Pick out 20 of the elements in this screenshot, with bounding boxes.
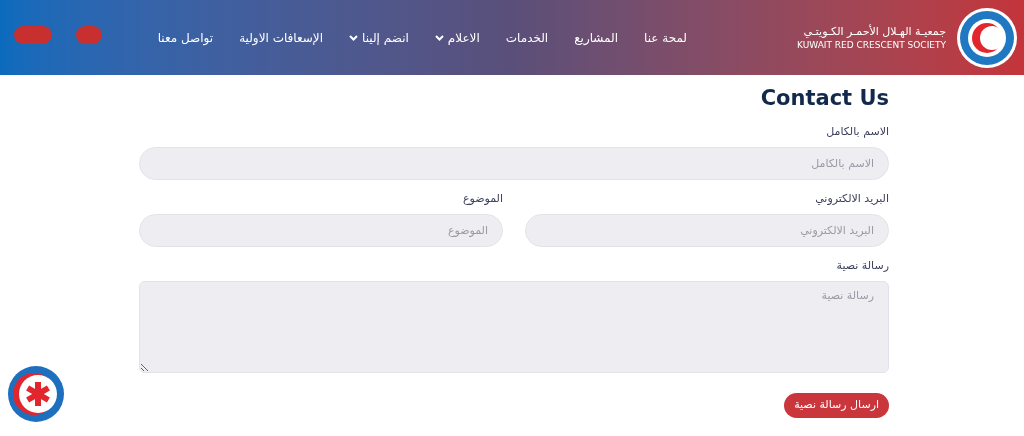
field-label: رسالة نصية: [835, 259, 889, 273]
nav-link[interactable]: المشاريع: [574, 28, 618, 47]
field-label: البريد الالكتروني: [814, 192, 889, 206]
nav-link[interactable]: الإسعافات الاولية: [239, 28, 324, 47]
nav-link[interactable]: الاعلام: [434, 28, 480, 47]
field-label: الموضوع: [461, 192, 503, 206]
society-logo-icon[interactable]: [956, 6, 1018, 69]
input-field[interactable]: الموضوع: [139, 214, 503, 247]
nav-link[interactable]: لمحة عنا: [644, 28, 687, 47]
message-field[interactable]: رسالة نصية: [139, 281, 889, 373]
submit-button[interactable]: ارسال رسالة نصية: [784, 392, 889, 418]
logo-english-name: KUWAIT RED CRESCENT SOCIETY: [797, 38, 946, 51]
input-field[interactable]: البريد الالكتروني: [525, 214, 889, 247]
nav-link[interactable]: الخدمات: [505, 28, 549, 47]
input-field[interactable]: الاسم بالكامل: [139, 147, 889, 180]
logo-arabic-name: جمعيـة الهـلال الأحمـر الكـويتـي: [803, 24, 946, 39]
page-title: Contact Us: [759, 85, 889, 112]
nav-link[interactable]: انضم إلينا: [349, 28, 409, 47]
field-label: الاسم بالكامل: [825, 125, 889, 139]
nav-link[interactable]: تواصل معنا: [157, 28, 214, 47]
